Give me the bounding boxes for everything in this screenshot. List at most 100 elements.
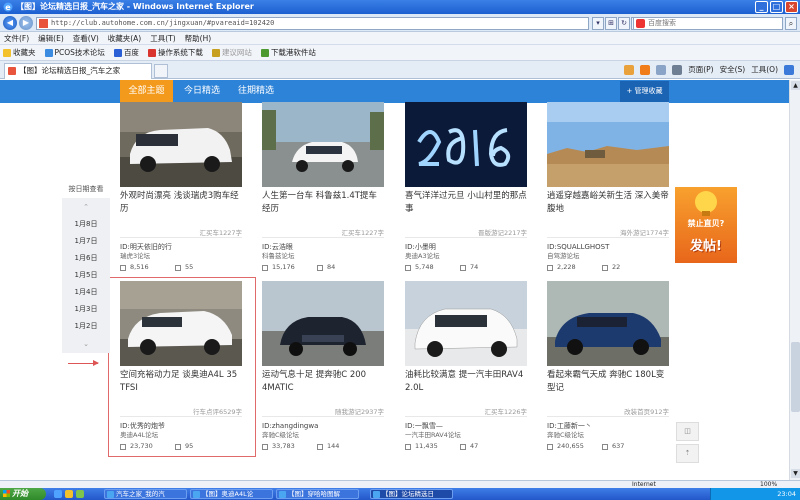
tools-menu[interactable]: 工具(O) [751, 63, 778, 77]
print-icon[interactable] [672, 65, 683, 75]
taskbar-item[interactable]: 【图】穿哈哈图解 [276, 489, 359, 499]
feeds-icon[interactable] [640, 65, 651, 75]
post-ad-banner[interactable]: 禁止直贝? 发帖! [675, 187, 737, 263]
page-scrollbar[interactable]: ▲ ▼ [789, 80, 800, 480]
favorites-button[interactable]: 收藏夹 [3, 47, 36, 58]
post-forum[interactable]: 一汽丰田RAV4论坛 [405, 431, 527, 440]
date-item[interactable]: 1月5日 [62, 267, 110, 284]
post-card[interactable]: 看起来霸气天成 奔驰C 180L变型记 改装首页912字 ID:工藤新一丶 奔驰… [547, 281, 669, 451]
post-forum[interactable]: 奔驰C级论坛 [547, 431, 669, 440]
post-thumbnail[interactable] [547, 281, 669, 366]
post-title[interactable]: 看起来霸气天成 奔驰C 180L变型记 [547, 369, 669, 408]
post-author[interactable]: ID:工藤新一丶 [547, 421, 669, 431]
refresh-icon[interactable]: ↻ [618, 17, 630, 30]
post-thumbnail[interactable] [120, 102, 242, 187]
date-item[interactable]: 1月7日 [62, 233, 110, 250]
post-author[interactable]: ID:云浩眼 [262, 242, 384, 252]
menu-help[interactable]: 帮助(H) [185, 32, 212, 44]
post-thumbnail[interactable] [262, 281, 384, 366]
post-forum[interactable]: 瑞虎3论坛 [120, 252, 242, 261]
new-tab-button[interactable] [154, 64, 168, 78]
favorite-link-suggested[interactable]: 建议网站 [211, 47, 252, 58]
back-to-top-icon[interactable]: ⇡ [676, 444, 699, 463]
post-thumbnail[interactable] [262, 102, 384, 187]
favorite-link-download-site[interactable]: 下载港软件站 [260, 47, 316, 58]
menu-edit[interactable]: 编辑(E) [38, 32, 64, 44]
taskbar-item-active[interactable]: 【图】论坛精选日 [370, 489, 453, 499]
system-tray: 23:04 [710, 488, 800, 500]
scroll-down-icon[interactable]: ▼ [791, 469, 800, 478]
compat-view-icon[interactable]: ⊞ [605, 17, 617, 30]
search-input[interactable]: 百度搜索 [633, 17, 783, 30]
post-author[interactable]: ID:明天依旧的行 [120, 242, 242, 252]
side-tool-button[interactable]: ◫ [676, 422, 699, 441]
favorite-label: 收藏夹 [13, 48, 36, 57]
taskbar-item[interactable]: 汽车之家_我的汽 [104, 489, 187, 499]
post-title[interactable]: 喜气洋洋过元旦 小山村里的那点事 [405, 190, 527, 229]
post-card[interactable]: 人生第一台车 科鲁兹1.4T提车经历 汇买车1227字 ID:云浩眼 科鲁兹论坛… [262, 102, 384, 272]
help-icon[interactable] [784, 65, 794, 75]
post-title[interactable]: 外观时尚漂亮 浅谈瑞虎3购车经历 [120, 190, 242, 229]
favorite-link-os-download[interactable]: 操作系统下载 [147, 47, 203, 58]
scroll-up-icon[interactable]: ▲ [791, 81, 800, 90]
date-scroll-up-icon[interactable]: ⌃ [62, 198, 110, 216]
post-card[interactable]: 逍遥穿越嘉峪关新生活 深入美帝腹地 海外游记1774字 ID:SQUALLGHO… [547, 102, 669, 272]
menu-file[interactable]: 文件(F) [4, 32, 29, 44]
date-item[interactable]: 1月3日 [62, 301, 110, 318]
minimize-button[interactable]: _ [755, 1, 768, 13]
post-thumbnail[interactable] [405, 281, 527, 366]
date-item[interactable]: 1月8日 [62, 216, 110, 233]
post-author[interactable]: ID:zhangdingwa [262, 421, 384, 431]
browser-tab[interactable]: 【图】论坛精选日报_汽车之家 [4, 63, 152, 79]
post-forum[interactable]: 奥迪A3论坛 [405, 252, 527, 261]
menu-favorites[interactable]: 收藏夹(A) [108, 32, 141, 44]
post-author[interactable]: ID:一飘雪— [405, 421, 527, 431]
close-button[interactable]: × [785, 1, 798, 13]
address-input[interactable]: http://club.autohome.com.cn/jingxuan/#pv… [36, 17, 589, 30]
post-card[interactable]: 运动气息十足 提奔驰C 200 4MATIC 随我游记2937字 ID:zhan… [262, 281, 384, 451]
address-dropdown-icon[interactable]: ▾ [592, 17, 604, 30]
post-title[interactable]: 人生第一台车 科鲁兹1.4T提车经历 [262, 190, 384, 229]
manage-favorites-button[interactable]: + 管理收藏 [620, 81, 669, 102]
app-quicklaunch-icon[interactable] [76, 490, 84, 498]
back-arrow-icon[interactable]: ◀ [3, 16, 17, 30]
ie-quicklaunch-icon[interactable] [54, 490, 62, 498]
maximize-button[interactable]: □ [770, 1, 783, 13]
tab-all-topics[interactable]: 全部主题 [120, 80, 173, 103]
mail-icon[interactable] [656, 65, 667, 75]
date-item[interactable]: 1月6日 [62, 250, 110, 267]
post-author[interactable]: ID:小墨明 [405, 242, 527, 252]
post-card[interactable]: 外观时尚漂亮 浅谈瑞虎3购车经历 汇买车1227字 ID:明天依旧的行 瑞虎3论… [120, 102, 242, 272]
scrollbar-thumb[interactable] [791, 342, 800, 412]
taskbar-item[interactable]: 【图】奥迪A4L论 [190, 489, 273, 499]
date-item[interactable]: 1月2日 [62, 318, 110, 335]
menu-tools[interactable]: 工具(T) [150, 32, 175, 44]
favorite-link-pcos[interactable]: PCOS技术论坛 [44, 47, 105, 58]
tab-past[interactable]: 往期精选 [230, 80, 282, 103]
post-thumbnail[interactable] [405, 102, 527, 187]
post-card[interactable]: 喜气洋洋过元旦 小山村里的那点事 晋版游记2217字 ID:小墨明 奥迪A3论坛… [405, 102, 527, 272]
folder-quicklaunch-icon[interactable] [65, 490, 73, 498]
safety-menu[interactable]: 安全(S) [720, 63, 746, 77]
zoom-level[interactable]: 100% [760, 481, 777, 488]
clock[interactable]: 23:04 [777, 490, 796, 498]
home-icon[interactable] [624, 65, 635, 75]
post-forum[interactable]: 奔驰C级论坛 [262, 431, 384, 440]
post-forum[interactable]: 科鲁兹论坛 [262, 252, 384, 261]
start-button[interactable]: 开始 [0, 488, 46, 500]
post-title[interactable]: 运动气息十足 提奔驰C 200 4MATIC [262, 369, 384, 408]
favorite-link-baidu[interactable]: 百度 [113, 47, 139, 58]
post-title[interactable]: 油耗比较满意 提一汽丰田RAV4 2.0L [405, 369, 527, 408]
date-scroll-down-icon[interactable]: ⌄ [62, 335, 110, 353]
menu-view[interactable]: 查看(V) [73, 32, 99, 44]
post-forum[interactable]: 自驾游论坛 [547, 252, 669, 261]
page-menu[interactable]: 页面(P) [688, 63, 713, 77]
post-title[interactable]: 逍遥穿越嘉峪关新生活 深入美帝腹地 [547, 190, 669, 229]
tab-today[interactable]: 今日精选 [178, 80, 226, 103]
post-thumbnail[interactable] [547, 102, 669, 187]
forward-arrow-icon[interactable]: ▶ [19, 16, 33, 30]
date-item[interactable]: 1月4日 [62, 284, 110, 301]
post-author[interactable]: ID:SQUALLGHOST [547, 242, 669, 252]
post-card[interactable]: 油耗比较满意 提一汽丰田RAV4 2.0L 汇买车1226字 ID:一飘雪— 一… [405, 281, 527, 451]
search-go-icon[interactable]: ⌕ [785, 17, 797, 30]
